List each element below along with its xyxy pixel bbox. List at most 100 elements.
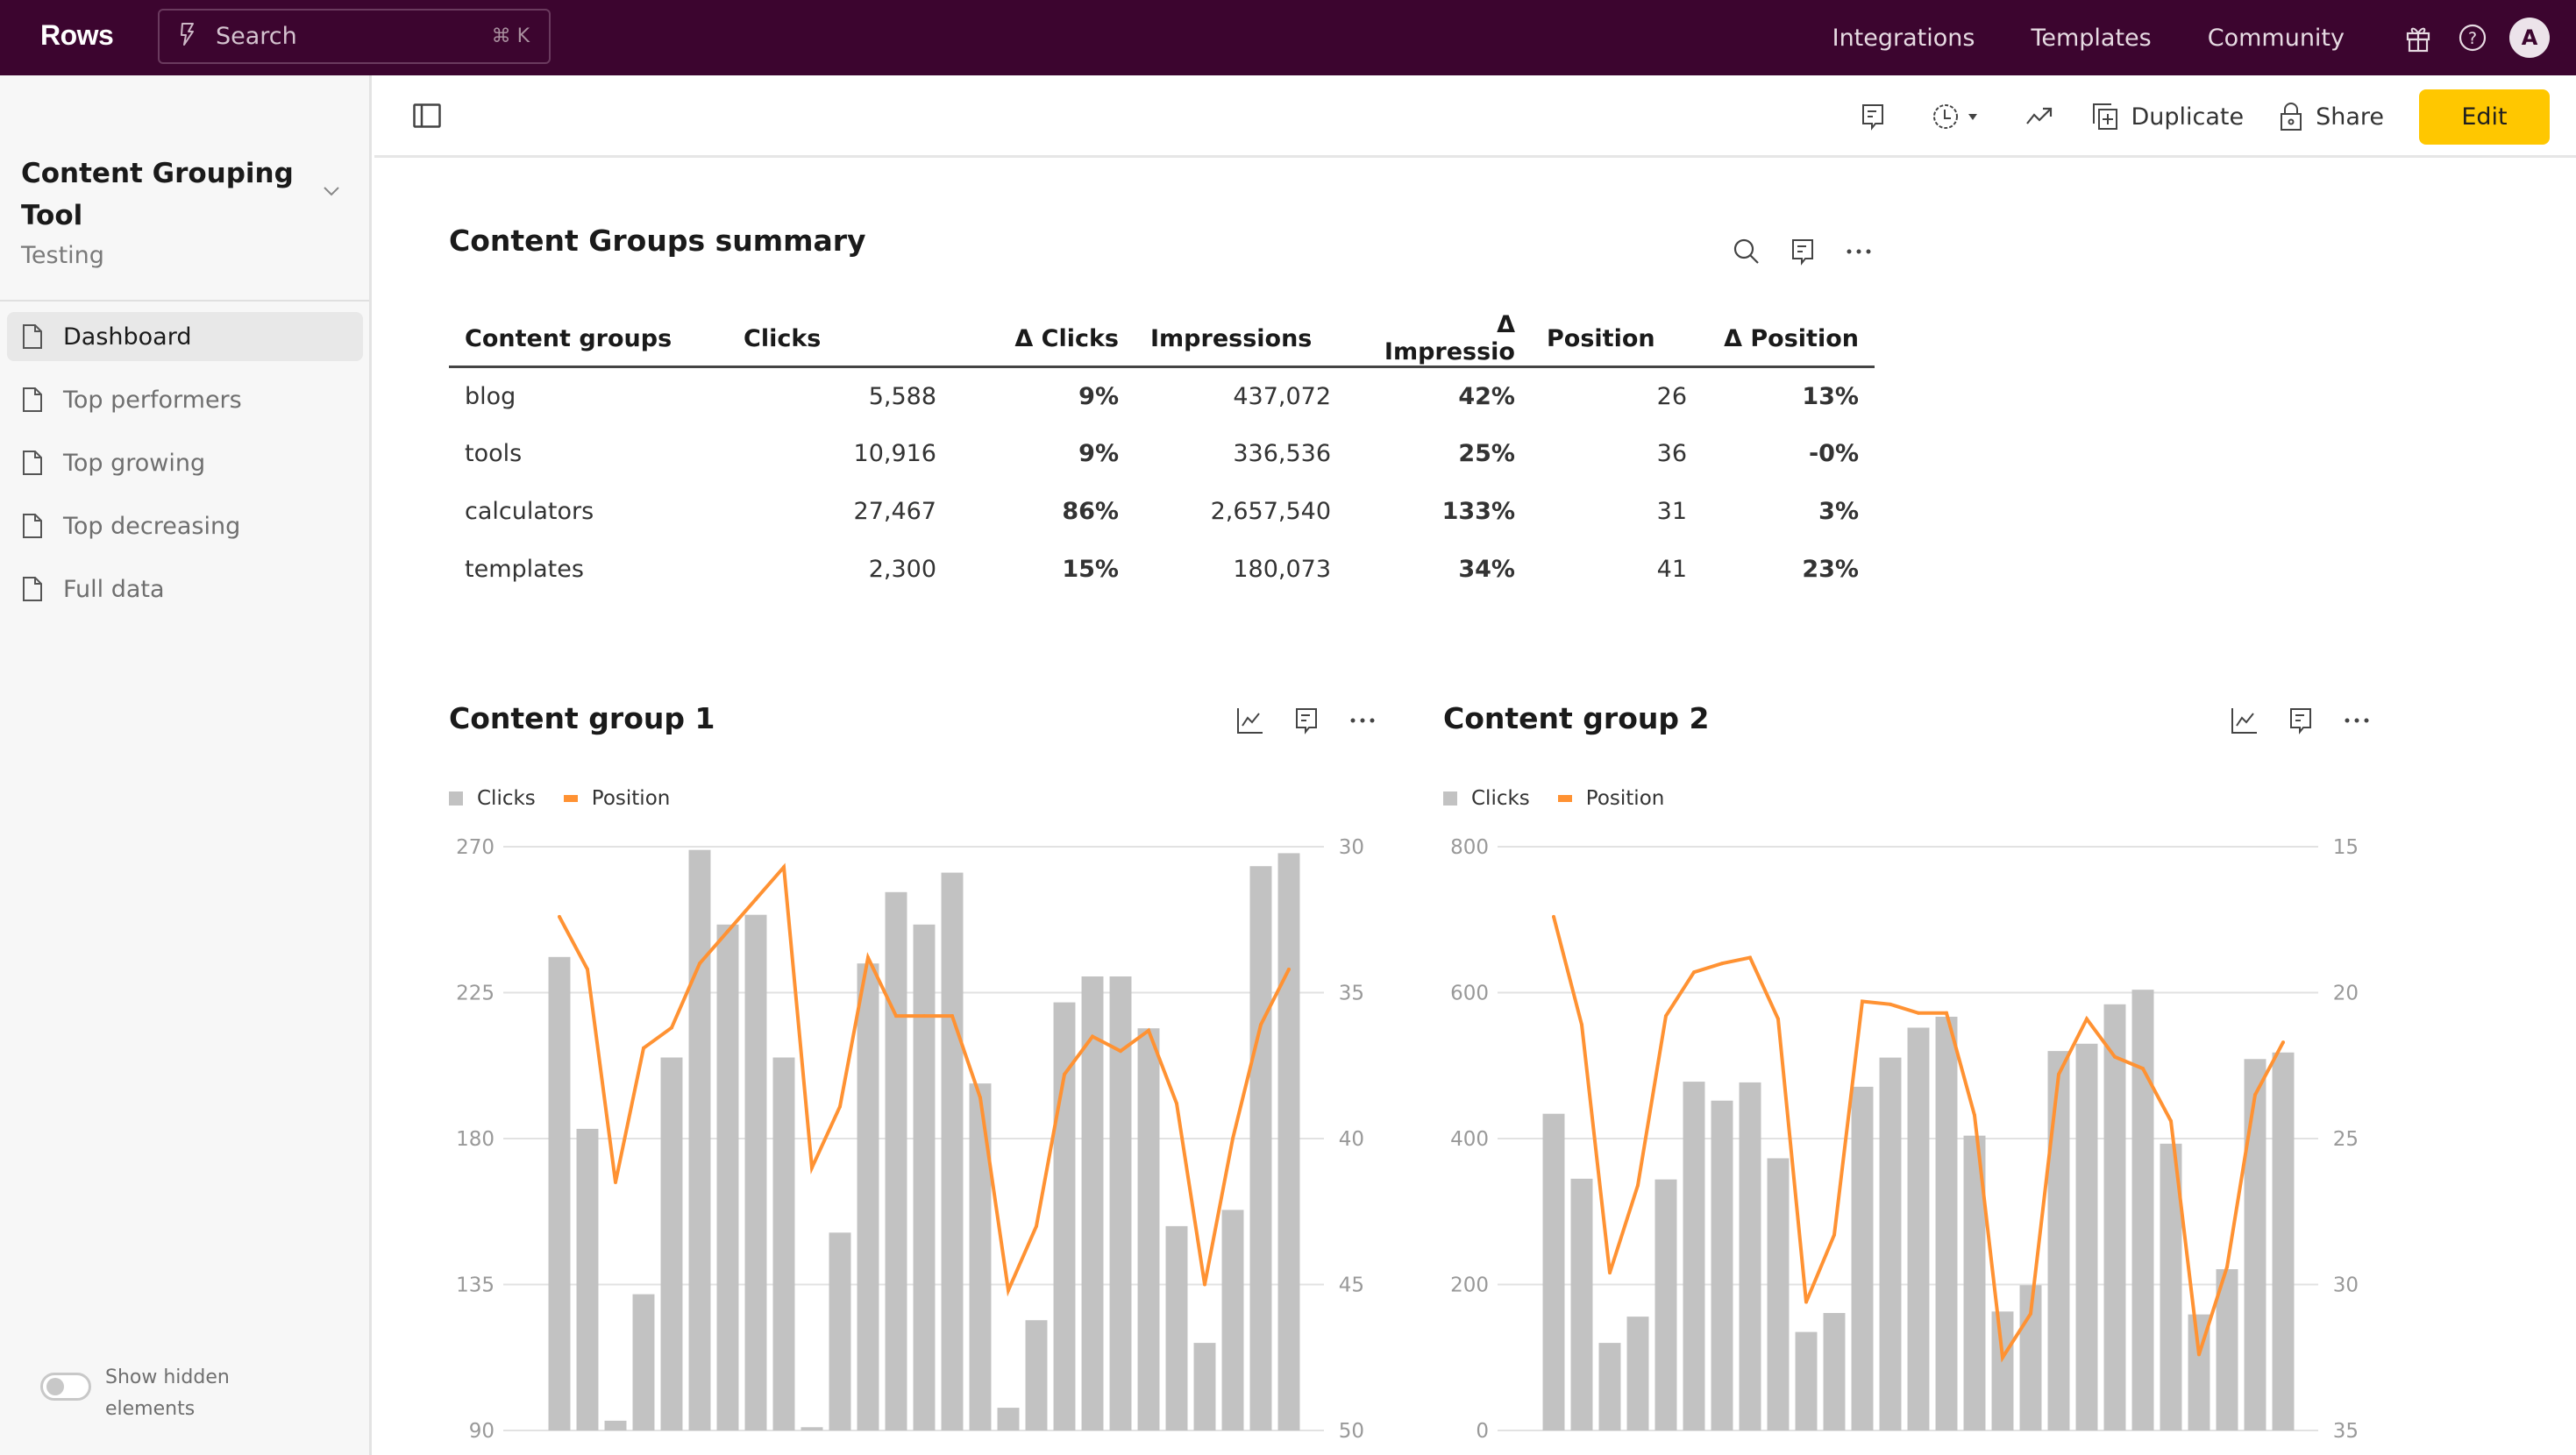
point-position[interactable]: [978, 1096, 982, 1100]
point-position[interactable]: [782, 865, 786, 869]
cell-position[interactable]: 36: [1531, 425, 1703, 483]
point-position[interactable]: [1091, 1034, 1094, 1039]
bar-clicks[interactable]: [829, 1232, 851, 1430]
trend-icon[interactable]: [2022, 99, 2057, 134]
point-position[interactable]: [1945, 1011, 1948, 1015]
bar-clicks[interactable]: [1935, 1016, 1958, 1430]
more-options-icon[interactable]: [1347, 705, 1378, 736]
cell-impressions[interactable]: 180,073: [1135, 541, 1347, 599]
point-position[interactable]: [726, 929, 729, 933]
point-position[interactable]: [1035, 1224, 1038, 1228]
bar-clicks[interactable]: [716, 924, 739, 1430]
bar-clicks[interactable]: [604, 1420, 627, 1430]
bar-clicks[interactable]: [1711, 1100, 1733, 1430]
point-position[interactable]: [2057, 1072, 2060, 1076]
bar-clicks[interactable]: [772, 1057, 795, 1431]
cell-position[interactable]: 26: [1531, 367, 1703, 425]
point-position[interactable]: [1776, 1017, 1780, 1021]
point-position[interactable]: [2281, 1040, 2285, 1045]
table-row[interactable]: blog 5,588 9% 437,072 42% 26 13%: [449, 367, 1875, 425]
bar-clicks[interactable]: [885, 891, 907, 1430]
comment-icon[interactable]: [1855, 99, 1890, 134]
point-position[interactable]: [698, 962, 701, 966]
sidebar-toggle-icon[interactable]: [413, 103, 441, 128]
nav-templates[interactable]: Templates: [2031, 25, 2151, 52]
cell-clicks[interactable]: 2,300: [728, 541, 952, 599]
column-header[interactable]: Impressions: [1135, 311, 1347, 368]
point-position[interactable]: [1007, 1288, 1010, 1293]
bar-clicks[interactable]: [1795, 1331, 1818, 1430]
point-position[interactable]: [922, 1014, 926, 1018]
legend-item-clicks[interactable]: Clicks: [1443, 787, 1530, 810]
search-icon[interactable]: [1731, 236, 1762, 267]
gift-icon[interactable]: [2401, 20, 2436, 55]
edit-button[interactable]: Edit: [2419, 89, 2550, 145]
point-position[interactable]: [1203, 1282, 1206, 1287]
line-chart-icon[interactable]: [1235, 705, 1266, 736]
bar-clicks[interactable]: [2047, 1051, 2070, 1430]
bar-clicks[interactable]: [1193, 1343, 1216, 1430]
cell-d-impressions[interactable]: 42%: [1347, 367, 1531, 425]
cell-d-position[interactable]: -0%: [1703, 425, 1875, 483]
bar-clicks[interactable]: [1654, 1179, 1677, 1430]
bar-clicks[interactable]: [1137, 1028, 1160, 1430]
point-position[interactable]: [1720, 962, 1724, 966]
bar-clicks[interactable]: [1739, 1082, 1761, 1430]
legend-item-clicks[interactable]: Clicks: [449, 787, 536, 810]
point-position[interactable]: [1063, 1072, 1066, 1076]
bar-clicks[interactable]: [913, 924, 936, 1430]
nav-community[interactable]: Community: [2208, 25, 2345, 52]
cell-d-clicks[interactable]: 15%: [952, 541, 1135, 599]
avatar[interactable]: A: [2509, 18, 2550, 58]
bar-clicks[interactable]: [997, 1408, 1020, 1430]
rows-logo[interactable]: Rows: [40, 19, 114, 52]
bar-clicks[interactable]: [801, 1427, 823, 1430]
more-options-icon[interactable]: [1843, 236, 1875, 267]
bar-clicks[interactable]: [1626, 1317, 1649, 1430]
point-position[interactable]: [2113, 1054, 2117, 1059]
history-icon[interactable]: [1929, 99, 1983, 134]
more-options-icon[interactable]: [2341, 705, 2373, 736]
duplicate-button[interactable]: Duplicate: [2092, 103, 2244, 131]
bar-clicks[interactable]: [744, 914, 767, 1430]
cell-impressions[interactable]: 2,657,540: [1135, 483, 1347, 541]
bar-clicks[interactable]: [1570, 1178, 1593, 1430]
legend-item-position[interactable]: Position: [1557, 787, 1664, 810]
point-position[interactable]: [1861, 999, 1864, 1004]
point-position[interactable]: [950, 1014, 954, 1018]
column-header[interactable]: Δ Clicks: [952, 311, 1135, 368]
point-position[interactable]: [1231, 1137, 1235, 1140]
bar-clicks[interactable]: [969, 1083, 992, 1430]
cell-position[interactable]: 31: [1531, 483, 1703, 541]
point-position[interactable]: [754, 897, 758, 901]
bar-clicks[interactable]: [2244, 1059, 2266, 1430]
cell-clicks[interactable]: 10,916: [728, 425, 952, 483]
point-position[interactable]: [1748, 955, 1752, 960]
bar-clicks[interactable]: [688, 849, 711, 1430]
point-position[interactable]: [1804, 1300, 1808, 1304]
search-input[interactable]: Search ⌘ K: [158, 9, 551, 64]
chevron-down-icon[interactable]: [321, 181, 342, 202]
point-position[interactable]: [1636, 1183, 1640, 1188]
bar-clicks[interactable]: [660, 1057, 683, 1431]
column-header[interactable]: Clicks: [728, 311, 952, 368]
cell-d-impressions[interactable]: 34%: [1347, 541, 1531, 599]
point-position[interactable]: [2085, 1017, 2089, 1021]
bar-clicks[interactable]: [2075, 1043, 2098, 1430]
bar-clicks[interactable]: [1767, 1158, 1790, 1430]
bar-clicks[interactable]: [2131, 990, 2154, 1430]
cell-d-position[interactable]: 13%: [1703, 367, 1875, 425]
bar-clicks[interactable]: [1165, 1225, 1188, 1430]
point-position[interactable]: [2197, 1352, 2201, 1357]
column-header[interactable]: Δ Position: [1703, 311, 1875, 368]
point-position[interactable]: [1889, 1002, 1892, 1006]
bar-clicks[interactable]: [2103, 1004, 2126, 1430]
point-position[interactable]: [1692, 970, 1696, 975]
cell-d-clicks[interactable]: 9%: [952, 425, 1135, 483]
cell-group[interactable]: templates: [449, 541, 728, 599]
cell-group[interactable]: tools: [449, 425, 728, 483]
table-row[interactable]: templates 2,300 15% 180,073 34% 41 23%: [449, 541, 1875, 599]
bar-clicks[interactable]: [1025, 1320, 1048, 1430]
bar-clicks[interactable]: [1907, 1027, 1930, 1430]
table-row[interactable]: tools 10,916 9% 336,536 25% 36 -0%: [449, 425, 1875, 483]
